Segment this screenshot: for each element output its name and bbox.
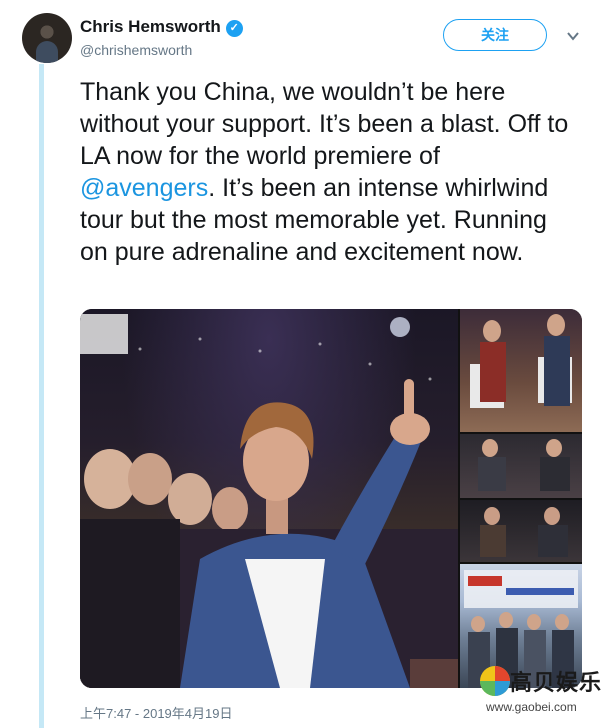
gaobei-logo-icon [480,666,510,696]
chevron-down-icon[interactable] [566,29,580,43]
photo-thumb-2-illustration [478,439,570,491]
watermark-name: 高贝娱乐 [510,671,603,696]
photo-main-illustration [80,314,458,688]
photo-thumb-1-illustration [470,314,572,408]
watermark-url: www.gaobei.com [486,700,577,714]
photo-thumb-3-illustration [480,507,568,557]
tweet-text: Thank you China, we wouldn’t be here wit… [80,76,580,268]
photo-thumb-2[interactable] [460,434,582,498]
verified-badge-icon: ✓ [225,20,243,37]
user-handle[interactable]: @chrishemsworth [80,42,192,58]
tweet-text-part-1: Thank you China, we wouldn’t be here wit… [80,78,569,170]
photo-main[interactable] [80,309,458,688]
display-name[interactable]: Chris Hemsworth ✓ [80,17,243,37]
follow-button[interactable]: 关注 [443,19,547,51]
mention-link[interactable]: @avengers [80,174,208,202]
display-name-text: Chris Hemsworth [80,17,221,36]
thread-line [39,64,44,728]
media-grid [80,309,582,688]
photo-thumb-3[interactable] [460,500,582,562]
avatar[interactable] [22,13,72,63]
tweet-timestamp[interactable]: 上午7:47 - 2019年4月19日 [80,703,232,722]
photo-thumb-1[interactable] [460,309,582,432]
